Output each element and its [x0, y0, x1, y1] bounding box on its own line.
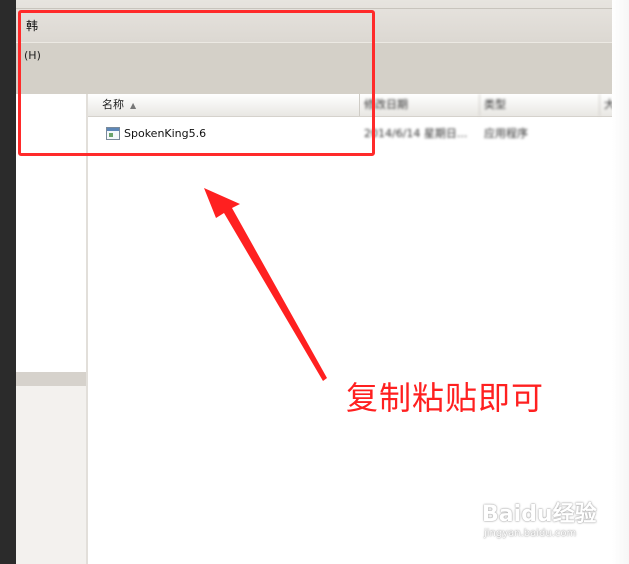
red-arrow-icon — [204, 188, 327, 381]
watermark: Baidu经验 jingyan.baidu.com — [482, 496, 597, 539]
watermark-url: jingyan.baidu.com — [484, 528, 577, 539]
annotation-text: 复制粘贴即可 — [346, 379, 545, 417]
watermark-logo: Baidu经验 — [482, 502, 597, 527]
